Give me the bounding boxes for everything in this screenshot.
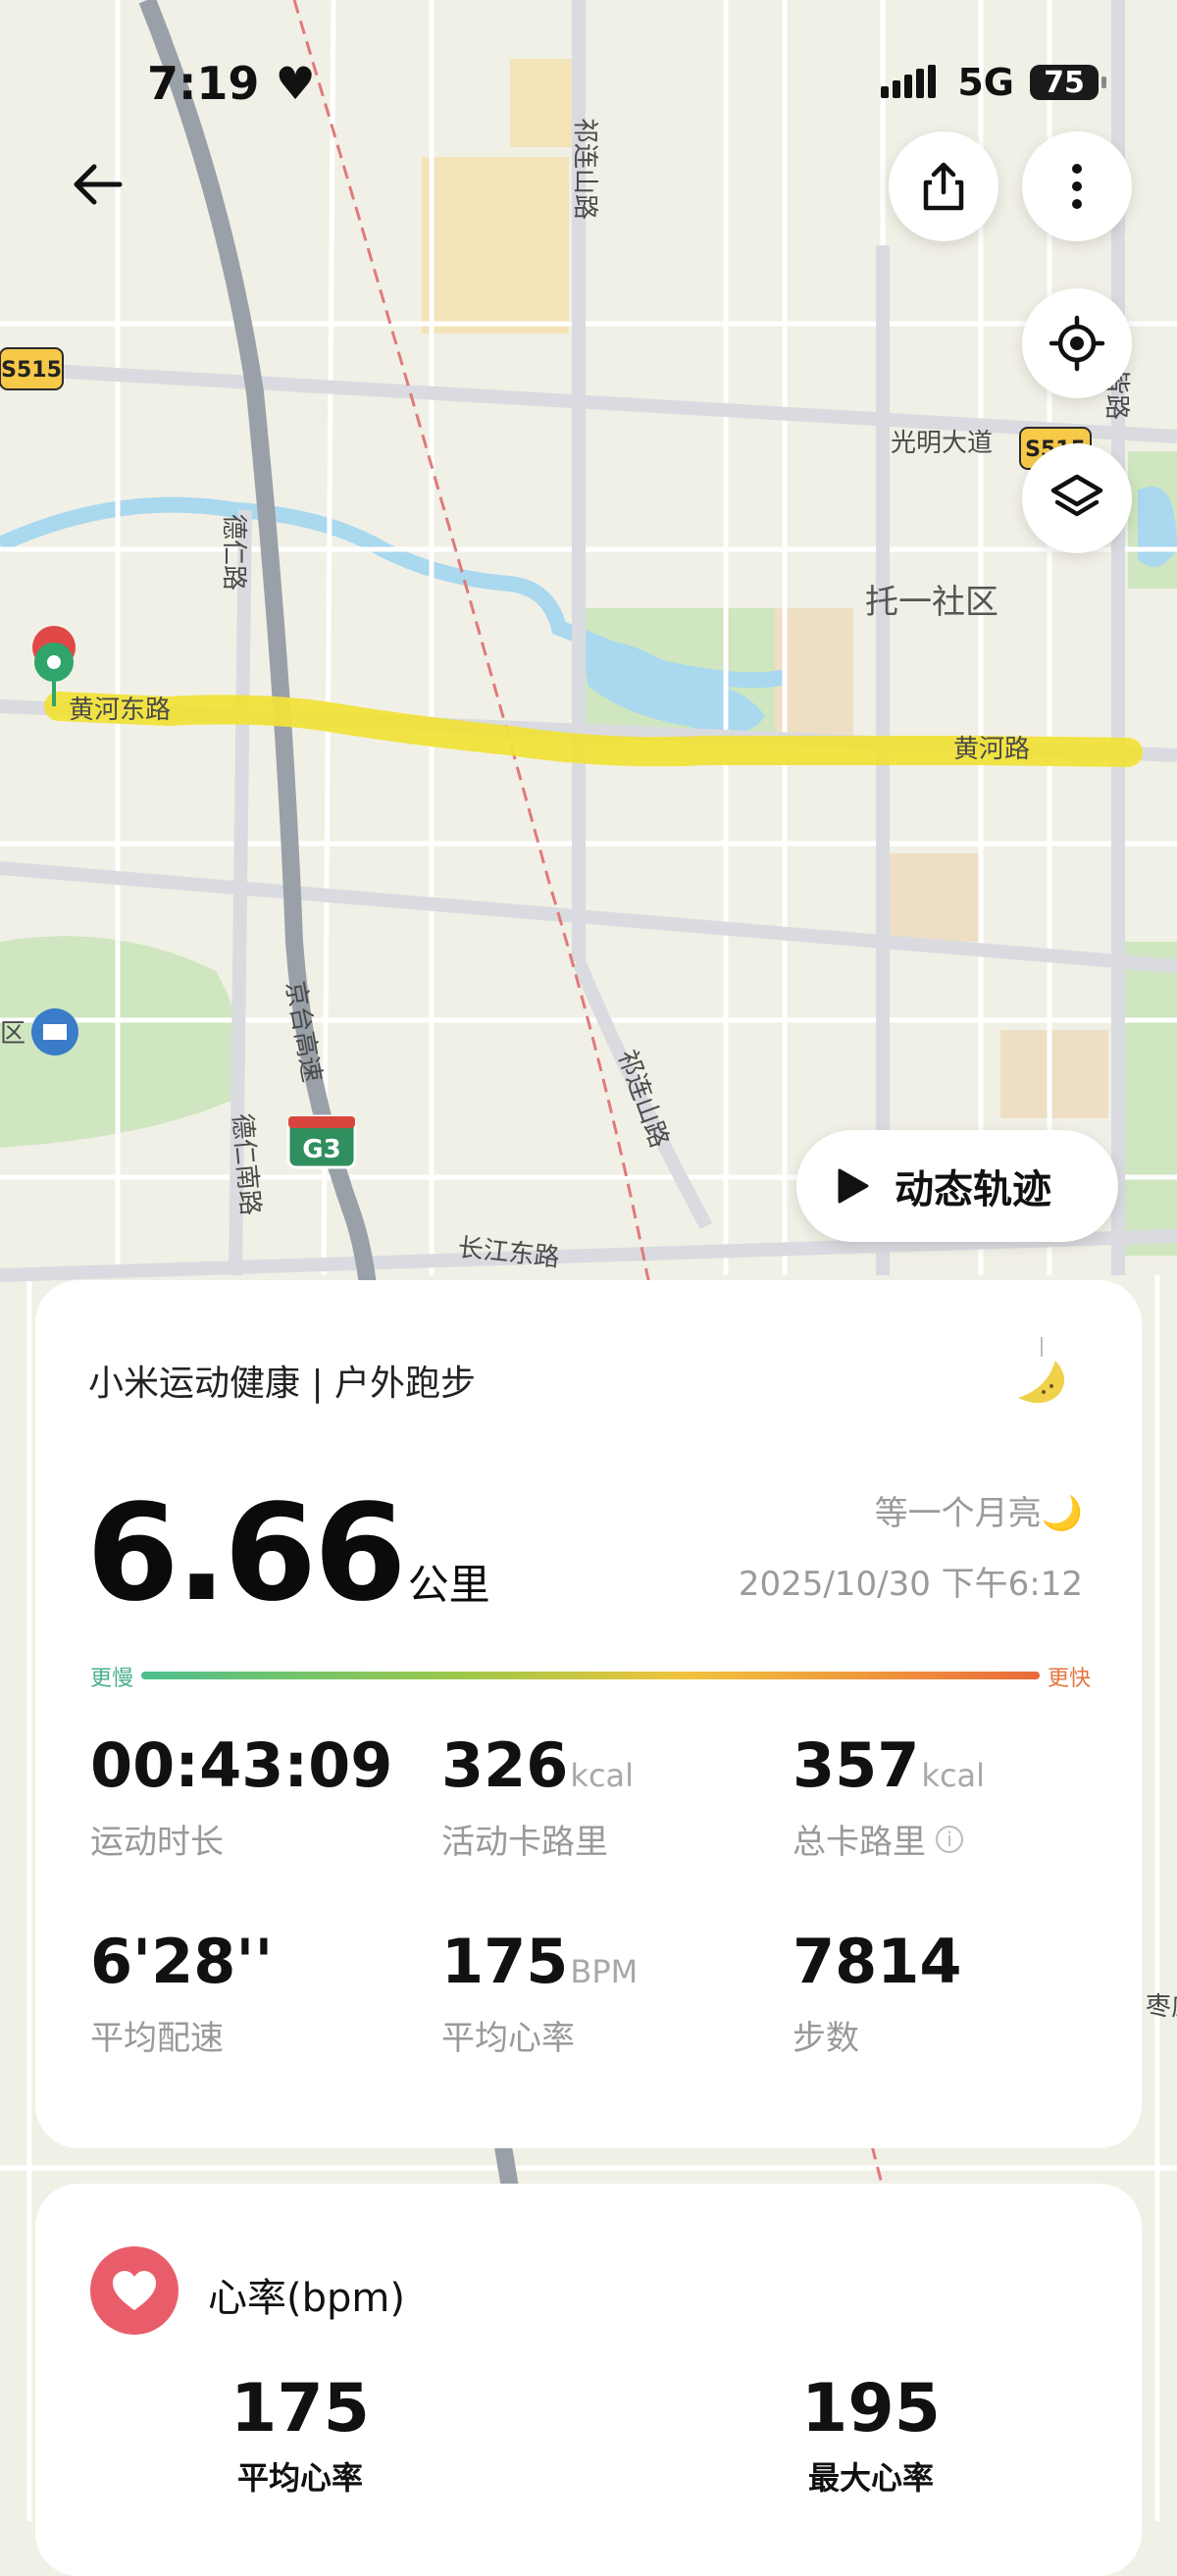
distance-value: 6.66公里: [86, 1476, 490, 1631]
play-icon: [838, 1168, 869, 1204]
s515-shield: S515: [0, 347, 64, 390]
g3-shield: G3: [286, 1114, 357, 1169]
info-icon[interactable]: i: [936, 1825, 963, 1853]
crosshair-icon: [1049, 315, 1105, 372]
avg-heart-rate-stat: 175 平均心率: [230, 2370, 370, 2497]
workout-source: 小米运动健康 | 户外跑步: [88, 1364, 477, 1404]
max-heart-rate-stat: 195 最大心率: [801, 2370, 941, 2497]
metric-duration: 00:43:09 运动时长: [90, 1729, 393, 1862]
svg-text:G3: G3: [302, 1135, 340, 1164]
heart-rate-title: 心率(bpm): [208, 2276, 405, 2321]
svg-text:S515: S515: [1, 358, 62, 383]
battery-level: 75: [1044, 65, 1085, 100]
pace-gradient-bar: [141, 1672, 1040, 1679]
play-track-label: 动态轨迹: [895, 1167, 1051, 1212]
pace-legend: 更慢 更快: [90, 1661, 1091, 1691]
share-icon: [923, 162, 964, 211]
road-label: 德仁路: [219, 514, 248, 591]
moon-decoration-icon: [1018, 1337, 1065, 1404]
road-label: 黄河东路: [69, 696, 171, 725]
status-bar: 7:19 ♥ 5G 75: [0, 0, 1177, 167]
pace-fast-label: 更快: [1047, 1667, 1091, 1691]
workout-summary-card: 小米运动健康 | 户外跑步 6.66公里 等一个月亮🌙 2025/10/30 下…: [35, 1280, 1142, 2148]
metric-avg-heart-rate: 175BPM 平均心率: [441, 1926, 639, 2058]
more-options-button[interactable]: [1022, 131, 1132, 241]
more-vertical-icon: [1072, 164, 1082, 209]
signal-icon: [881, 65, 937, 98]
workout-datetime: 2025/10/30 下午6:12: [738, 1565, 1083, 1604]
battery-icon: 75: [1030, 65, 1106, 100]
block-area: [422, 157, 569, 334]
metric-total-calories: 357kcal 总卡路里 i: [793, 1729, 986, 1862]
metric-avg-pace: 6'28'' 平均配速: [90, 1926, 274, 2058]
user-nickname: 等一个月亮🌙: [874, 1494, 1083, 1533]
share-button[interactable]: [889, 131, 998, 241]
distance-unit: 公里: [407, 1561, 490, 1609]
heart-icon: ♥: [275, 57, 316, 110]
place-label: 托一社区: [865, 583, 998, 622]
status-time: 7:19 ♥: [147, 57, 316, 110]
place-label: 区: [0, 1019, 26, 1049]
park-area: [1118, 942, 1177, 1256]
network-type: 5G: [957, 61, 1014, 104]
pace-slow-label: 更慢: [90, 1667, 134, 1691]
locate-button[interactable]: [1022, 288, 1132, 398]
place-label: 枣庄: [1146, 1992, 1177, 2022]
arrow-left-icon: [74, 164, 123, 205]
road-label: 光明大道: [891, 429, 993, 458]
play-track-button[interactable]: 动态轨迹: [796, 1130, 1118, 1242]
heart-rate-card[interactable]: 心率(bpm) 175 平均心率 195 最大心率: [35, 2184, 1142, 2576]
back-button[interactable]: [59, 155, 137, 233]
metric-steps: 7814 步数: [793, 1926, 962, 2058]
road-label: 黄河路: [953, 735, 1030, 764]
map-layers-button[interactable]: [1022, 443, 1132, 553]
layers-icon: [1050, 474, 1103, 517]
block-area: [1000, 1030, 1108, 1118]
block-area: [883, 853, 981, 942]
metric-active-calories: 326kcal 活动卡路里: [441, 1729, 635, 1862]
status-indicators: 5G 75: [881, 61, 1106, 104]
heart-icon: [90, 2246, 179, 2335]
